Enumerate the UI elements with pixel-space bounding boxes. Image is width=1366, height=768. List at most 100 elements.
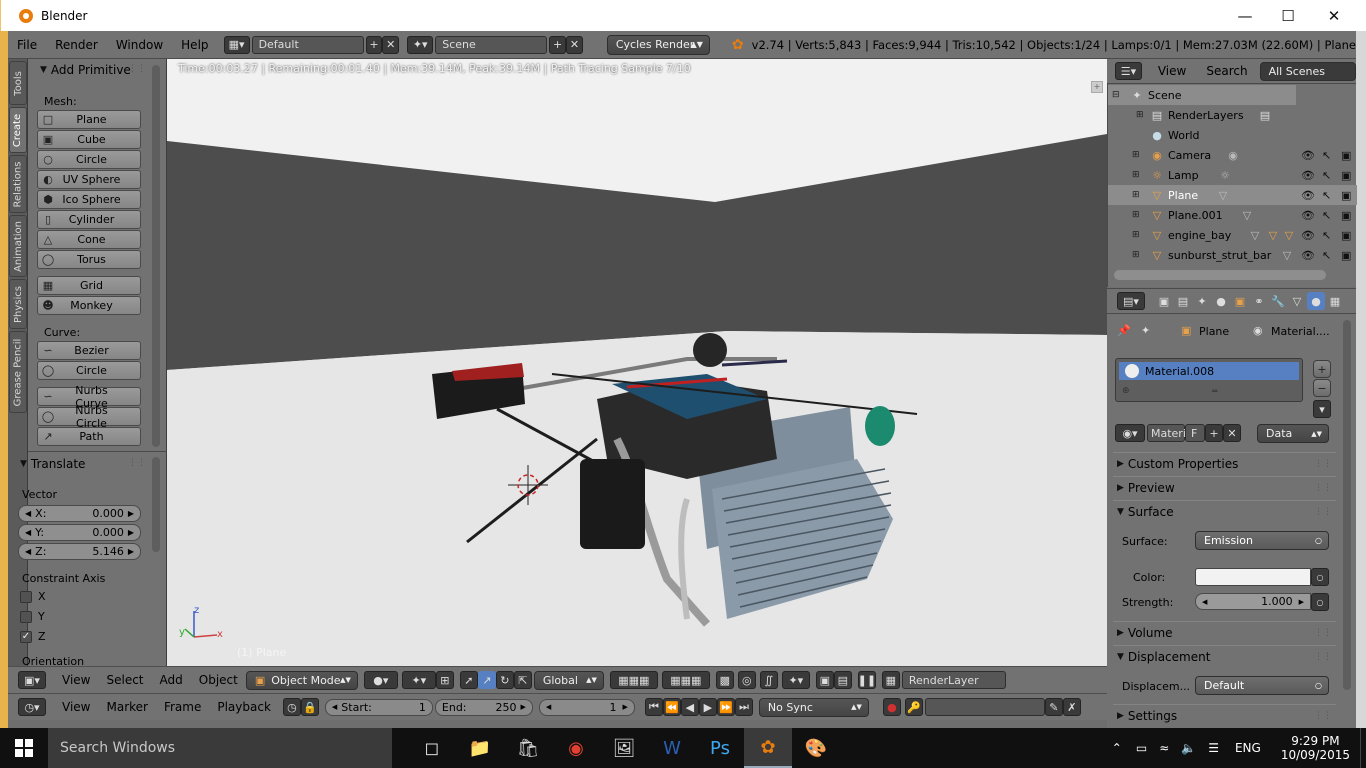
translate-widget-icon[interactable]: ↗ <box>477 671 496 689</box>
shelf-scrollbar[interactable] <box>152 65 160 447</box>
vector-x-field[interactable]: ◀ X: 0.000 ▶ <box>18 505 141 522</box>
settings-section[interactable]: ▶ Settings ⋮⋮ <box>1113 704 1336 726</box>
outliner-row-scene[interactable]: ⊟ ✦ Scene <box>1108 85 1296 105</box>
vector-y-field[interactable]: ◀ Y: 0.000 ▶ <box>18 524 141 541</box>
tab-physics[interactable]: Physics <box>9 279 27 329</box>
strength-field[interactable]: ◀ 1.000 ▶ <box>1195 593 1311 610</box>
play-icon[interactable]: ▶ <box>698 698 717 716</box>
outliner-row-world[interactable]: ● World <box>1108 125 1357 145</box>
add-cone-button[interactable]: △ Cone <box>37 230 141 249</box>
fake-user-button[interactable]: F <box>1185 424 1205 442</box>
volume-section[interactable]: ▶ Volume ⋮⋮ <box>1113 621 1336 643</box>
photos-icon[interactable]: 🖼 <box>600 728 648 768</box>
material-name-field[interactable]: Materi <box>1147 424 1186 442</box>
properties-scrollbar[interactable] <box>1343 320 1351 690</box>
timeline-menu-marker[interactable]: Marker <box>98 700 155 714</box>
language-indicator[interactable]: ENG <box>1235 741 1261 755</box>
store-icon[interactable]: 🛍 <box>504 728 552 768</box>
scale-widget-icon[interactable]: ⇱ <box>513 671 532 689</box>
vector-z-field[interactable]: ◀ Z: 5.146 ▶ <box>18 543 141 560</box>
add-circle-button[interactable]: ○ Circle <box>37 150 141 169</box>
surface-select[interactable]: Emission ○ <box>1195 531 1329 550</box>
preview-section[interactable]: ▶ Preview ⋮⋮ <box>1113 476 1336 498</box>
show-desktop[interactable] <box>1360 728 1366 768</box>
constraint-y-checkbox[interactable] <box>20 611 32 623</box>
object-tab-icon[interactable]: ▣ <box>1231 292 1249 310</box>
delete-key-icon[interactable]: ✗ <box>1062 698 1081 716</box>
task-view-icon[interactable]: ◻ <box>408 728 456 768</box>
pause-icon[interactable]: ❚❚ <box>858 671 876 689</box>
add-material-slot-icon[interactable]: + <box>1313 360 1331 378</box>
displacement-section[interactable]: ▼ Displacement ⋮⋮ <box>1113 645 1336 667</box>
preview-range-icon[interactable]: ◷ <box>282 698 301 716</box>
blender-taskbar-icon[interactable]: ✿ <box>744 728 792 768</box>
render-engine-select[interactable]: Cycles Render ▲▼ <box>606 34 710 55</box>
sync-select[interactable]: No Sync ▲▼ <box>758 697 869 717</box>
file-explorer-icon[interactable]: 📁 <box>456 728 504 768</box>
surface-section[interactable]: ▼ Surface ⋮⋮ <box>1113 500 1336 522</box>
shading-icon[interactable]: ●▾ <box>363 671 398 689</box>
unlink-material-icon[interactable]: ✕ <box>1223 424 1241 442</box>
add-cylinder-button[interactable]: ▯ Cylinder <box>37 210 141 229</box>
tray-chevron-icon[interactable]: ⌃ <box>1112 741 1122 755</box>
timeline-menu-playback[interactable]: Playback <box>209 700 279 714</box>
expand-plus-icon[interactable]: + <box>1091 81 1103 93</box>
outliner-row-sunburst-strut-bar[interactable]: ⊞ ▽ sunburst_strut_bar ▽ 👁 ↖ ▣ <box>1108 245 1357 265</box>
record-icon[interactable]: ● <box>882 698 901 716</box>
word-icon[interactable]: W <box>648 728 696 768</box>
outliner-menu-view[interactable]: View <box>1158 64 1186 78</box>
tab-animation[interactable]: Animation <box>9 215 27 277</box>
outliner-row-plane[interactable]: ⊞ ▽ Plane ▽ 👁 ↖ ▣ <box>1108 185 1357 205</box>
add-plane-button[interactable]: □ Plane <box>37 110 141 129</box>
pivot-icon[interactable]: ✦▾ <box>401 671 436 689</box>
texture-tab-icon[interactable]: ▦ <box>1326 292 1344 310</box>
material-tab-icon[interactable]: ● <box>1307 292 1325 310</box>
outliner-menu-search[interactable]: Search <box>1206 64 1247 78</box>
outliner-hscrollbar[interactable] <box>1114 270 1326 280</box>
end-frame-field[interactable]: End: 250 ▶ <box>434 698 533 716</box>
menu-render[interactable]: Render <box>46 38 107 52</box>
render-layer-icon[interactable]: ▦ <box>881 671 900 689</box>
data-tab-icon[interactable]: ▽ <box>1288 292 1306 310</box>
close-icon[interactable]: ✕ <box>1311 0 1357 31</box>
add-ico-sphere-button[interactable]: ⬢ Ico Sphere <box>37 190 141 209</box>
material-specials-icon[interactable]: ▾ <box>1313 400 1331 418</box>
scene-field[interactable]: Scene <box>435 35 548 54</box>
render-tab-icon[interactable]: ▣ <box>1155 292 1173 310</box>
keying-set-icon[interactable]: 🔑 <box>904 698 923 716</box>
tab-grease-pencil[interactable]: Grease Pencil <box>9 331 27 413</box>
drag-grip-icon[interactable]: ⋮⋮ <box>128 64 146 74</box>
outliner-row-engine-bay[interactable]: ⊞ ▽ engine_bay ▽ ▽ ▽ 👁 ↖ ▣ <box>1108 225 1357 245</box>
jump-start-icon[interactable]: ⏮ <box>644 698 663 716</box>
add-nurbs-circle-button[interactable]: ◯ Nurbs Circle <box>37 404 141 430</box>
search-box[interactable]: Search Windows <box>48 728 392 768</box>
custom-properties-section[interactable]: ▶ Custom Properties ⋮⋮ <box>1113 452 1336 474</box>
pin-icon[interactable]: 📌 <box>1117 324 1131 337</box>
link-select[interactable]: Data ▲▼ <box>1257 424 1329 443</box>
play-reverse-icon[interactable]: ◀ <box>680 698 699 716</box>
snap-icon[interactable]: ∬ <box>759 671 778 689</box>
translate-header[interactable]: ▼ Translate <box>16 454 85 474</box>
screen-layout-icon[interactable]: ▦▾ <box>223 35 250 54</box>
translate-scrollbar[interactable] <box>152 457 160 552</box>
add-cube-button[interactable]: ▣ Cube <box>37 130 141 149</box>
start-button[interactable] <box>0 728 48 768</box>
rotate-widget-icon[interactable]: ↻ <box>495 671 514 689</box>
new-material-icon[interactable]: + <box>1205 424 1223 442</box>
render-layer-field[interactable]: RenderLayer <box>901 671 1006 689</box>
material-browse-icon[interactable]: ◉▾ <box>1115 424 1145 442</box>
menu-window[interactable]: Window <box>107 38 172 52</box>
remove-screen-icon[interactable]: ✕ <box>382 35 400 54</box>
insert-key-icon[interactable]: ✎ <box>1044 698 1063 716</box>
color-link-icon[interactable]: ○ <box>1311 568 1329 586</box>
modifiers-tab-icon[interactable]: 🔧 <box>1269 292 1287 310</box>
paint-icon[interactable]: 🎨 <box>792 728 840 768</box>
material-slot-row[interactable]: Material.008 <box>1119 362 1299 380</box>
snap-target-icon[interactable]: ✦▾ <box>781 671 810 689</box>
color-swatch[interactable] <box>1195 568 1311 586</box>
chrome-icon[interactable]: ◉ <box>552 728 600 768</box>
constraint-x-checkbox[interactable] <box>20 591 32 603</box>
add-uv-sphere-button[interactable]: ◐ UV Sphere <box>37 170 141 189</box>
menu-object[interactable]: Object <box>191 673 246 687</box>
mode-select[interactable]: ▣ Object Mode ▲▼ <box>245 670 358 690</box>
